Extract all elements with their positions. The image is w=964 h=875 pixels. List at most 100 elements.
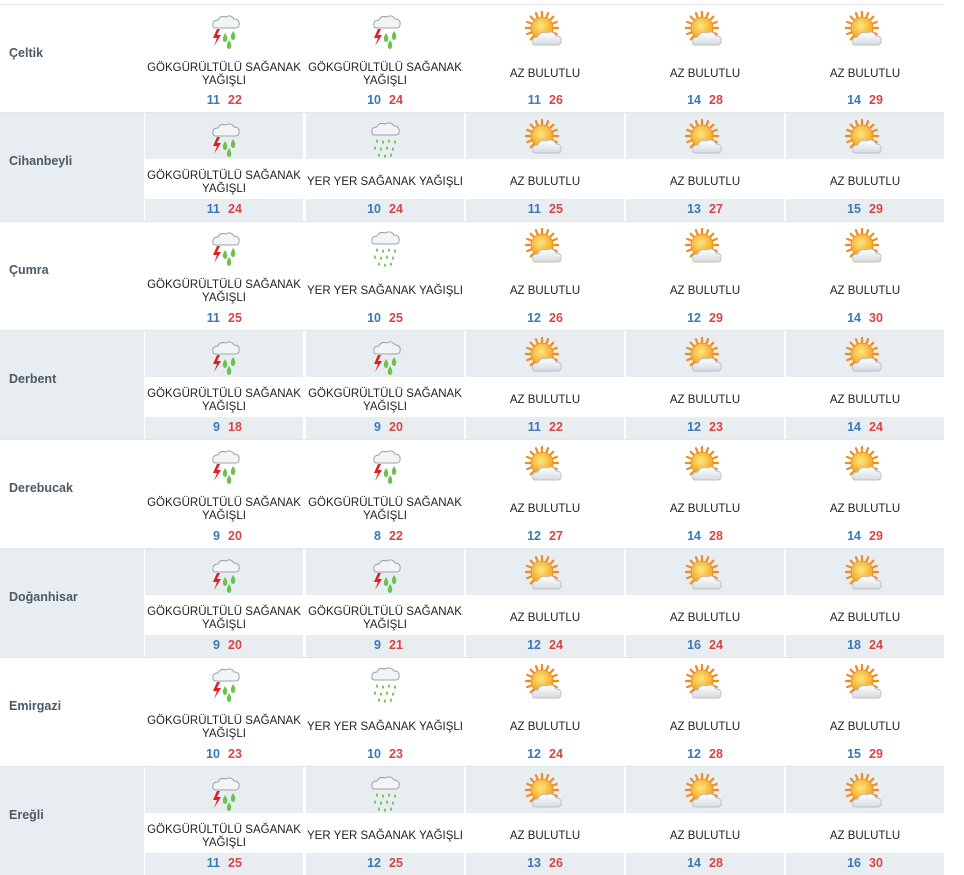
- weather-description: AZ BULUTLU: [669, 503, 741, 516]
- max-temperature: 26: [549, 311, 563, 325]
- min-temperature: 10: [206, 747, 220, 761]
- max-temperature: 26: [549, 93, 563, 107]
- min-temperature: 14: [687, 856, 701, 870]
- weather-description: AZ BULUTLU: [829, 612, 901, 625]
- partly-cloudy-sun-icon: [844, 554, 885, 595]
- city-name[interactable]: Ereğli: [9, 808, 44, 822]
- weather-description: AZ BULUTLU: [509, 394, 581, 407]
- temperature-range: 14 29: [786, 93, 944, 109]
- weather-description: GÖKGÜRÜLTÜLÜ SAĞANAK YAĞIŞLI: [147, 823, 301, 850]
- weather-description: AZ BULUTLU: [669, 176, 741, 189]
- weather-description: YER YER SAĞANAK YAĞIŞLI: [307, 176, 463, 189]
- day-cell: GÖKGÜRÜLTÜLÜ SAĞANAK YAĞIŞLI 9 20: [306, 331, 464, 439]
- city-name[interactable]: Çeltik: [9, 46, 43, 60]
- thunder-rain-icon: [204, 228, 244, 268]
- weather-description: GÖKGÜRÜLTÜLÜ SAĞANAK YAĞIŞLI: [147, 169, 301, 196]
- temperature-range: 10 23: [306, 747, 464, 763]
- max-temperature: 25: [389, 311, 403, 325]
- weather-description: AZ BULUTLU: [669, 285, 741, 298]
- day-cell: AZ BULUTLU 11 22: [466, 331, 624, 439]
- weather-description: AZ BULUTLU: [509, 721, 581, 734]
- thunder-rain-icon: [204, 337, 244, 377]
- weather-description: AZ BULUTLU: [509, 503, 581, 516]
- weather-description: AZ BULUTLU: [829, 285, 901, 298]
- temperature-range: 10 23: [145, 747, 303, 763]
- day-cell: AZ BULUTLU 15 29: [786, 658, 944, 766]
- day-cell: AZ BULUTLU 11 25: [466, 113, 624, 221]
- max-temperature: 28: [709, 747, 723, 761]
- temperature-range: 14 28: [626, 529, 784, 545]
- day-cell: AZ BULUTLU 14 28: [626, 5, 784, 112]
- min-temperature: 11: [206, 311, 220, 325]
- min-temperature: 14: [847, 529, 861, 543]
- min-temperature: 12: [687, 747, 701, 761]
- thunder-rain-icon: [204, 119, 244, 159]
- max-temperature: 27: [549, 529, 563, 543]
- day-cell: AZ BULUTLU 14 28: [626, 440, 784, 548]
- day-cell: AZ BULUTLU 12 23: [626, 331, 784, 439]
- day-cell: AZ BULUTLU 15 29: [786, 113, 944, 221]
- temperature-range: 12 25: [306, 856, 464, 872]
- day-cell: GÖKGÜRÜLTÜLÜ SAĞANAK YAĞIŞLI 9 20: [145, 549, 303, 657]
- max-temperature: 29: [869, 747, 883, 761]
- city-row: Çeltik GÖKGÜRÜLTÜLÜ SAĞANAK YAĞIŞLI 11 22 GÖ…: [0, 5, 944, 112]
- max-temperature: 27: [709, 202, 723, 216]
- temperature-range: 12 28: [626, 747, 784, 763]
- min-temperature: 8: [374, 529, 381, 543]
- min-temperature: 9: [213, 638, 220, 652]
- city-name[interactable]: Derebucak: [9, 481, 73, 495]
- temperature-range: 14 29: [786, 529, 944, 545]
- weather-description: AZ BULUTLU: [669, 394, 741, 407]
- city-name[interactable]: Cihanbeyli: [9, 154, 72, 168]
- weather-description: GÖKGÜRÜLTÜLÜ SAĞANAK YAĞIŞLI: [147, 605, 301, 632]
- day-cell: AZ BULUTLU 12 24: [466, 658, 624, 766]
- temperature-range: 9 20: [145, 638, 303, 654]
- city-name[interactable]: Doğanhisar: [9, 590, 78, 604]
- min-temperature: 11: [527, 202, 541, 216]
- min-temperature: 18: [847, 638, 861, 652]
- max-temperature: 22: [228, 93, 242, 107]
- min-temperature: 13: [687, 202, 701, 216]
- thunder-rain-icon: [204, 11, 244, 51]
- day-cell: AZ BULUTLU 14 28: [626, 767, 784, 875]
- temperature-range: 13 26: [466, 856, 624, 872]
- weather-description: GÖKGÜRÜLTÜLÜ SAĞANAK YAĞIŞLI: [147, 714, 301, 741]
- min-temperature: 12: [527, 529, 541, 543]
- city-name[interactable]: Çumra: [9, 263, 49, 277]
- day-cell: AZ BULUTLU 16 24: [626, 549, 784, 657]
- partly-cloudy-sun-icon: [524, 227, 565, 268]
- temperature-range: 10 25: [306, 311, 464, 327]
- day-cell: GÖKGÜRÜLTÜLÜ SAĞANAK YAĞIŞLI 8 22: [306, 440, 464, 548]
- day-cell: AZ BULUTLU 14 29: [786, 5, 944, 112]
- weather-description: AZ BULUTLU: [829, 68, 901, 81]
- city-name[interactable]: Emirgazi: [9, 699, 61, 713]
- thunder-rain-icon: [204, 664, 244, 704]
- day-cell: GÖKGÜRÜLTÜLÜ SAĞANAK YAĞIŞLI 10 24: [306, 5, 464, 112]
- weather-description: AZ BULUTLU: [829, 721, 901, 734]
- temperature-range: 12 23: [626, 420, 784, 436]
- day-cell: AZ BULUTLU 13 26: [466, 767, 624, 875]
- day-cell: GÖKGÜRÜLTÜLÜ SAĞANAK YAĞIŞLI 11 24: [145, 113, 303, 221]
- weather-description: GÖKGÜRÜLTÜLÜ SAĞANAK YAĞIŞLI: [147, 278, 301, 305]
- temperature-range: 14 30: [786, 311, 944, 327]
- temperature-range: 15 29: [786, 747, 944, 763]
- city-name[interactable]: Derbent: [9, 372, 56, 386]
- min-temperature: 15: [847, 747, 861, 761]
- min-temperature: 10: [367, 311, 381, 325]
- day-cell: AZ BULUTLU 12 29: [626, 222, 784, 330]
- min-temperature: 10: [367, 93, 381, 107]
- temperature-range: 15 29: [786, 202, 944, 218]
- max-temperature: 25: [549, 202, 563, 216]
- partly-cloudy-sun-icon: [844, 118, 885, 159]
- max-temperature: 18: [228, 420, 242, 434]
- min-temperature: 12: [527, 747, 541, 761]
- temperature-range: 12 26: [466, 311, 624, 327]
- thunder-rain-icon: [365, 11, 405, 51]
- partly-cloudy-sun-icon: [684, 336, 725, 377]
- min-temperature: 16: [687, 638, 701, 652]
- partly-cloudy-sun-icon: [684, 445, 725, 486]
- forecast-table: Çeltik GÖKGÜRÜLTÜLÜ SAĞANAK YAĞIŞLI 11 22 GÖ…: [0, 0, 944, 875]
- day-cell: AZ BULUTLU 14 24: [786, 331, 944, 439]
- day-cell: YER YER SAĞANAK YAĞIŞLI 10 24: [306, 113, 464, 221]
- partly-cloudy-sun-icon: [844, 227, 885, 268]
